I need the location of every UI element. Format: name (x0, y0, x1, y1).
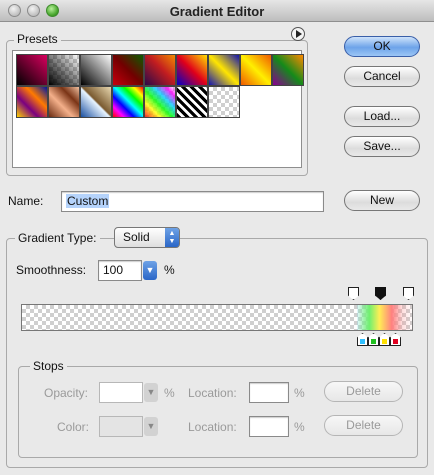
preset-transparent-rainbow[interactable] (144, 86, 176, 118)
gradient-editor-window: Gradient Editor Presets OK Cancel Load..… (0, 0, 434, 475)
title-bar: Gradient Editor (0, 0, 434, 22)
smoothness-unit: % (164, 263, 175, 277)
smoothness-dropdown-icon[interactable]: ▼ (143, 261, 157, 280)
preset-red-green[interactable] (112, 54, 144, 86)
preset-custom-transparent[interactable] (208, 86, 240, 118)
gradient-preview-bar[interactable] (21, 304, 413, 331)
color-location-label: Location: (188, 420, 237, 434)
preset-transparent-stripes[interactable] (176, 86, 208, 118)
cancel-button[interactable]: Cancel (344, 66, 420, 87)
preset-violet-green-orange[interactable] (272, 54, 304, 86)
circle-arrow-icon[interactable] (291, 27, 305, 41)
save-button[interactable]: Save... (344, 136, 420, 157)
opacity-unit: % (164, 386, 175, 400)
opacity-location-unit: % (294, 386, 305, 400)
color-swatch-field[interactable] (99, 416, 143, 437)
preset-black-white[interactable] (80, 54, 112, 86)
preset-foreground-to-transparent[interactable] (48, 54, 80, 86)
smoothness-label: Smoothness: (16, 263, 87, 277)
opacity-label: Opacity: (44, 386, 89, 400)
smoothness-value: 100 (103, 263, 124, 277)
name-value: Custom (66, 194, 110, 208)
select-arrows-overlay: ▲ ▼ (165, 228, 179, 247)
opacity-dropdown-icon[interactable]: ▼ (144, 383, 158, 402)
gradient-type-label: Gradient Type: (15, 231, 100, 245)
gradient-type-value: Solid (123, 230, 150, 244)
preset-blue-red-yellow[interactable] (176, 54, 208, 86)
preset-yellow-violet-orange-blue[interactable] (16, 86, 48, 118)
window-title: Gradient Editor (169, 4, 265, 19)
color-location-unit: % (294, 420, 305, 434)
preset-chrome[interactable] (80, 86, 112, 118)
preset-foreground-to-background[interactable] (16, 54, 48, 86)
color-dropdown-icon[interactable]: ▼ (144, 417, 158, 436)
stops-group (18, 366, 418, 458)
stops-legend: Stops (30, 359, 67, 373)
smoothness-field[interactable]: 100 (98, 260, 142, 281)
presets-list[interactable] (12, 50, 304, 168)
name-label: Name: (8, 194, 44, 208)
presets-legend: Presets (14, 32, 61, 46)
ok-button[interactable]: OK (344, 36, 420, 57)
opacity-field[interactable] (99, 382, 143, 403)
opacity-delete-button[interactable]: Delete (324, 381, 403, 402)
opacity-location-field[interactable] (249, 382, 289, 403)
gradient-preview-colors (357, 305, 413, 330)
color-label: Color: (57, 420, 90, 434)
preset-orange-yellow-orange[interactable] (240, 54, 272, 86)
opacity-location-label: Location: (188, 386, 237, 400)
load-button[interactable]: Load... (344, 106, 420, 127)
preset-violet-orange[interactable] (144, 54, 176, 86)
color-delete-button[interactable]: Delete (324, 415, 403, 436)
name-field[interactable]: Custom (61, 191, 324, 212)
color-location-field[interactable] (249, 416, 289, 437)
preset-spectrum[interactable] (112, 86, 144, 118)
preset-blue-yellow-blue[interactable] (208, 54, 240, 86)
new-button[interactable]: New (344, 190, 420, 211)
preset-copper[interactable] (48, 86, 80, 118)
